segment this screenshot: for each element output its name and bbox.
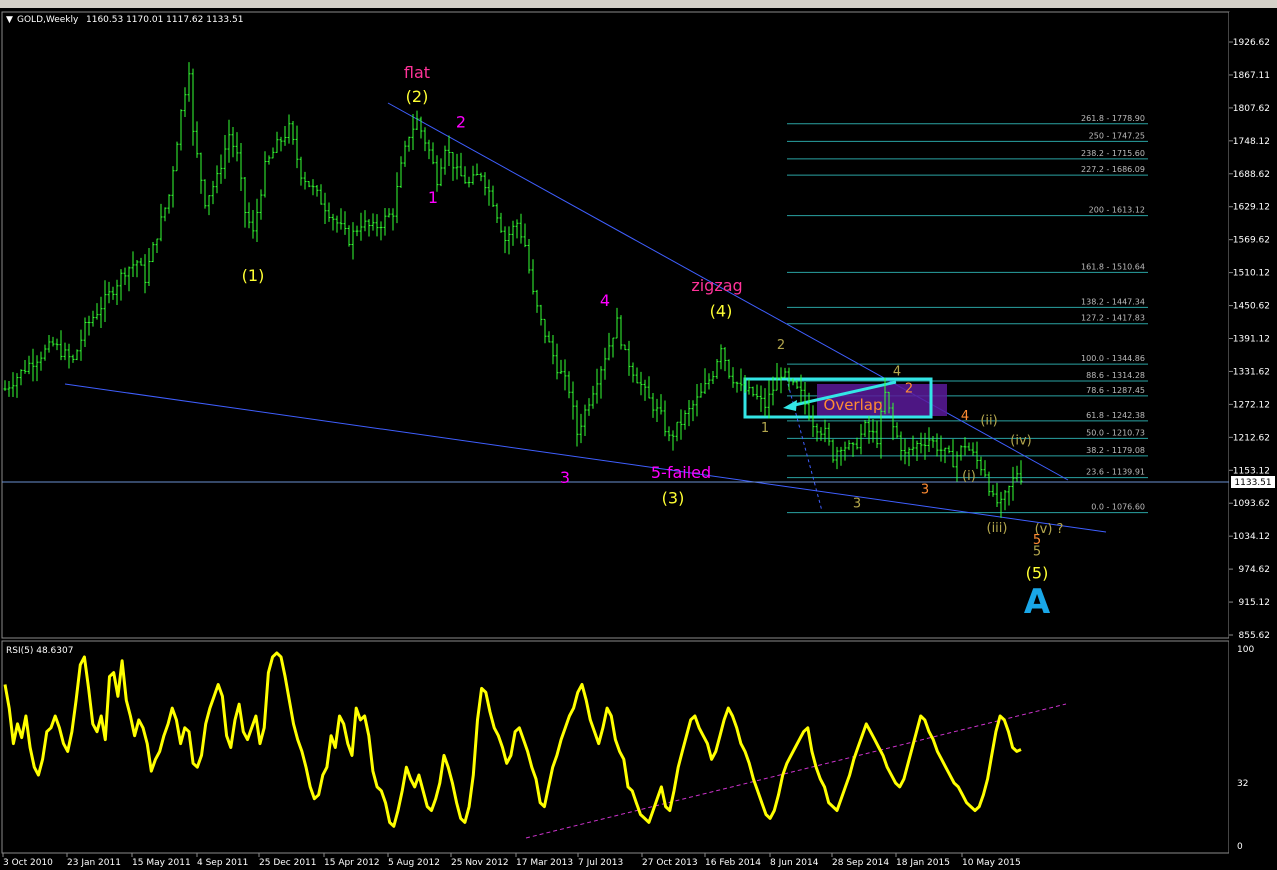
wave-label: 3 bbox=[853, 496, 861, 511]
y-tick-label: 974.62 bbox=[1239, 565, 1271, 575]
wave-label: 5 bbox=[1033, 545, 1041, 560]
wave-label: 2 bbox=[905, 381, 913, 396]
x-tick-label: 25 Nov 2012 bbox=[451, 858, 509, 868]
fib-level-label: 161.8 - 1510.64 bbox=[1081, 262, 1145, 271]
wave-label: 1 bbox=[428, 188, 438, 207]
fib-level-label: 78.6 - 1287.45 bbox=[1086, 386, 1145, 395]
x-tick-label: 10 May 2015 bbox=[962, 858, 1021, 868]
wave-label: (iv) bbox=[1010, 433, 1031, 448]
wave-label: 3 bbox=[921, 483, 929, 498]
fib-level-label: 127.2 - 1417.83 bbox=[1081, 314, 1145, 323]
x-tick-label: 16 Feb 2014 bbox=[705, 858, 761, 868]
fib-level-label: 38.2 - 1179.08 bbox=[1086, 446, 1145, 455]
rsi-tick-label: 32 bbox=[1237, 779, 1248, 789]
x-tick-label: 8 Jun 2014 bbox=[770, 858, 819, 868]
wave-label: 2 bbox=[777, 338, 785, 353]
x-tick-label: 3 Oct 2010 bbox=[3, 858, 53, 868]
y-tick-label: 1212.62 bbox=[1233, 433, 1270, 443]
wave-label: zigzag bbox=[691, 276, 742, 295]
wave-label: 2 bbox=[456, 113, 466, 132]
y-tick-label: 1093.62 bbox=[1233, 499, 1270, 509]
wave-label: (4) bbox=[710, 301, 733, 320]
y-tick-label: 1807.62 bbox=[1233, 104, 1270, 114]
wave-label: (5) bbox=[1026, 563, 1049, 582]
rsi-tick-label: 100 bbox=[1237, 645, 1254, 655]
y-tick-label: 1153.12 bbox=[1233, 466, 1270, 476]
current-price-label: 1133.51 bbox=[1234, 478, 1271, 488]
y-tick-label: 1391.12 bbox=[1233, 335, 1270, 345]
y-tick-label: 1569.62 bbox=[1233, 236, 1270, 246]
y-tick-label: 1748.12 bbox=[1233, 137, 1270, 147]
wave-label: (3) bbox=[662, 489, 685, 508]
x-tick-label: 4 Sep 2011 bbox=[197, 858, 248, 868]
y-tick-label: 1272.12 bbox=[1233, 400, 1270, 410]
wave-label: (i) bbox=[962, 469, 976, 484]
y-tick-label: 1867.11 bbox=[1233, 71, 1270, 81]
fib-level-label: 261.8 - 1778.90 bbox=[1081, 114, 1145, 123]
fib-level-label: 200 - 1613.12 bbox=[1089, 206, 1145, 215]
wave-label: flat bbox=[404, 63, 430, 82]
y-tick-label: 1629.12 bbox=[1233, 203, 1270, 213]
rsi-label: RSI(5) 48.6307 bbox=[6, 646, 73, 656]
wave-label: (ii) bbox=[980, 413, 997, 428]
fib-level-label: 61.8 - 1242.38 bbox=[1086, 411, 1145, 420]
x-tick-label: 25 Dec 2011 bbox=[259, 858, 317, 868]
wave-label: 1 bbox=[761, 421, 769, 436]
y-tick-label: 1926.62 bbox=[1233, 38, 1270, 48]
wave-label: 5-failed bbox=[651, 463, 711, 482]
y-tick-label: 1510.12 bbox=[1233, 269, 1270, 279]
ohlc-label: 1160.53 1170.01 1117.62 1133.51 bbox=[86, 15, 243, 25]
x-tick-label: 23 Jan 2011 bbox=[67, 858, 121, 868]
wave-label: 4 bbox=[893, 365, 901, 380]
dropdown-arrow-icon[interactable]: ▼ bbox=[6, 15, 13, 25]
wave-label: A bbox=[1024, 582, 1051, 622]
y-tick-label: 1331.62 bbox=[1233, 367, 1270, 377]
fib-level-label: 138.2 - 1447.34 bbox=[1081, 297, 1145, 306]
wave-label: (1) bbox=[242, 266, 265, 285]
x-tick-label: 17 Mar 2013 bbox=[516, 858, 573, 868]
fib-level-label: 50.0 - 1210.73 bbox=[1086, 428, 1145, 437]
fib-level-label: 227.2 - 1686.09 bbox=[1081, 165, 1145, 174]
x-tick-label: 15 May 2011 bbox=[132, 858, 191, 868]
x-tick-label: 28 Sep 2014 bbox=[832, 858, 889, 868]
x-tick-label: 27 Oct 2013 bbox=[642, 858, 698, 868]
fib-level-label: 238.2 - 1715.60 bbox=[1081, 149, 1145, 158]
y-tick-label: 1688.62 bbox=[1233, 170, 1270, 180]
fib-level-label: 0.0 - 1076.60 bbox=[1091, 503, 1145, 512]
x-tick-label: 18 Jan 2015 bbox=[896, 858, 950, 868]
x-tick-label: 15 Apr 2012 bbox=[324, 858, 380, 868]
wave-label: (2) bbox=[406, 87, 429, 106]
symbol-label: GOLD,Weekly bbox=[17, 15, 79, 25]
y-tick-label: 1450.62 bbox=[1233, 302, 1270, 312]
y-tick-label: 855.62 bbox=[1239, 631, 1271, 641]
fib-level-label: 88.6 - 1314.28 bbox=[1086, 371, 1145, 380]
wave-label: 4 bbox=[961, 409, 969, 424]
x-tick-label: 5 Aug 2012 bbox=[388, 858, 440, 868]
x-tick-label: 7 Jul 2013 bbox=[578, 858, 623, 868]
wave-label: 3 bbox=[560, 468, 570, 487]
wave-label: Overlap bbox=[824, 396, 883, 414]
chart-window: ▼ GOLD,Weekly 1160.53 1170.01 1117.62 11… bbox=[0, 8, 1277, 870]
y-tick-label: 915.12 bbox=[1239, 598, 1271, 608]
rsi-tick-label: 0 bbox=[1237, 842, 1243, 852]
y-tick-label: 1034.12 bbox=[1233, 532, 1270, 542]
fib-level-label: 23.6 - 1139.91 bbox=[1086, 468, 1145, 477]
wave-label: (iii) bbox=[987, 521, 1008, 536]
fib-level-label: 250 - 1747.25 bbox=[1089, 131, 1145, 140]
wave-label: 4 bbox=[600, 291, 610, 310]
fib-level-label: 100.0 - 1344.86 bbox=[1081, 354, 1145, 363]
